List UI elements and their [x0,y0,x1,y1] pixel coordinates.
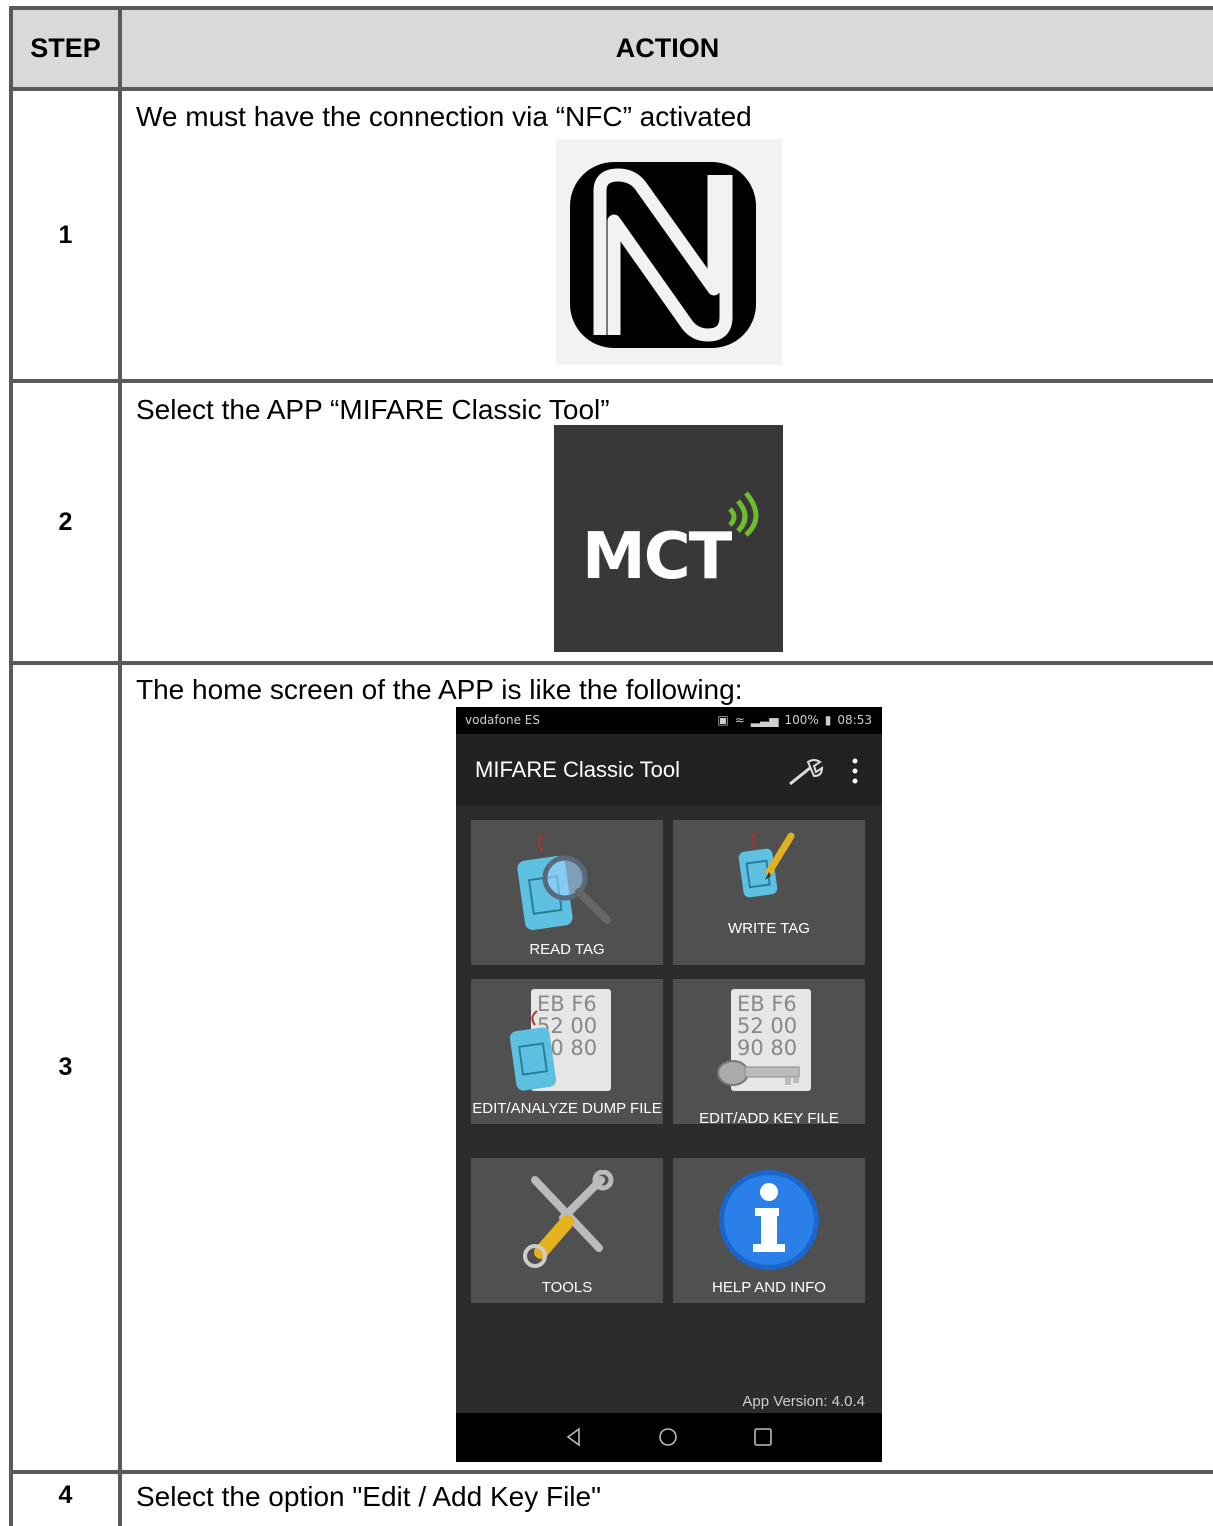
app-bar: MIFARE Classic Tool [456,734,882,806]
header-step: STEP [30,33,101,63]
battery-icon: ▮ [824,713,832,727]
edit-add-key-file-tile[interactable]: EB F6 52 00 90 80 EDIT/ADD KEY FILE [673,979,865,1127]
write-tag-icon [738,831,795,898]
tag-icon [509,1010,557,1091]
more-options-icon[interactable] [846,756,864,786]
nfc-logo [556,139,782,365]
tile-label: EDIT/ANALYZE DUMP FILE [472,1100,662,1117]
action-text: Select the option "Edit / Add Key File" [136,1481,602,1512]
tile-label: TOOLS [541,1279,593,1296]
step-number: 2 [58,507,73,536]
wifi-icon: ≈ [734,713,745,727]
app-home-screenshot: vodafone ES ▣ ≈ ▂▃▅ 100% ▮ 08:53 MIFARE … [456,707,882,1462]
keys-icon [717,1060,800,1086]
tile-label: WRITE TAG [728,920,810,937]
nfc-status-icon: ▣ [717,713,729,727]
write-tag-tile[interactable]: WRITE TAG [673,820,865,965]
hex-line: EB F6 [737,992,797,1016]
column-divider [118,6,122,1526]
app-version: App Version: 4.0.4 [742,1393,865,1410]
row-divider [9,379,1213,383]
action-text: Select the APP “MIFARE Classic Tool” [136,394,610,425]
help-and-info-tile[interactable]: HELP AND INFO [673,1158,865,1303]
mct-app-logo: MCT [554,425,783,652]
read-tag-tile[interactable]: READ TAG [471,820,663,965]
edit-analyze-dump-file-tile[interactable]: EB F6 52 00 90 80 EDIT/ANALYZE DUMP FILE [471,979,663,1124]
step-number: 4 [58,1481,73,1509]
header-action: ACTION [615,33,720,63]
status-bar: vodafone ES ▣ ≈ ▂▃▅ 100% ▮ 08:53 [456,707,882,734]
signal-icon: ▂▃▅ [750,713,779,727]
mct-logo-text: MCT [582,520,732,594]
hex-line: 52 00 [737,1014,798,1038]
wireless-signal-icon [728,491,759,537]
home-icon[interactable] [658,1427,678,1447]
battery-level: 100% [784,713,819,727]
row-divider [9,1470,1213,1474]
step-number: 1 [58,220,73,249]
back-icon[interactable] [564,1427,584,1447]
read-tag-icon [517,833,611,930]
carrier-name: vodafone ES [465,713,540,727]
tools-tile[interactable]: TOOLS [471,1158,663,1303]
tools-icon [523,1170,614,1268]
row-divider [9,661,1213,665]
navigation-bar [456,1413,882,1462]
wrench-icon[interactable] [786,754,826,790]
row-divider [9,87,1213,91]
action-text: The home screen of the APP is like the f… [136,674,743,705]
clock: 08:53 [837,713,872,727]
tile-label: EDIT/ADD KEY FILE [699,1110,839,1127]
tile-label: HELP AND INFO [712,1279,826,1296]
step-number: 3 [58,1053,73,1081]
app-title: MIFARE Classic Tool [475,757,680,782]
tile-label: READ TAG [529,941,605,958]
recents-icon[interactable] [753,1427,773,1447]
info-icon [719,1170,819,1270]
action-text: We must have the connection via “NFC” ac… [136,101,752,132]
